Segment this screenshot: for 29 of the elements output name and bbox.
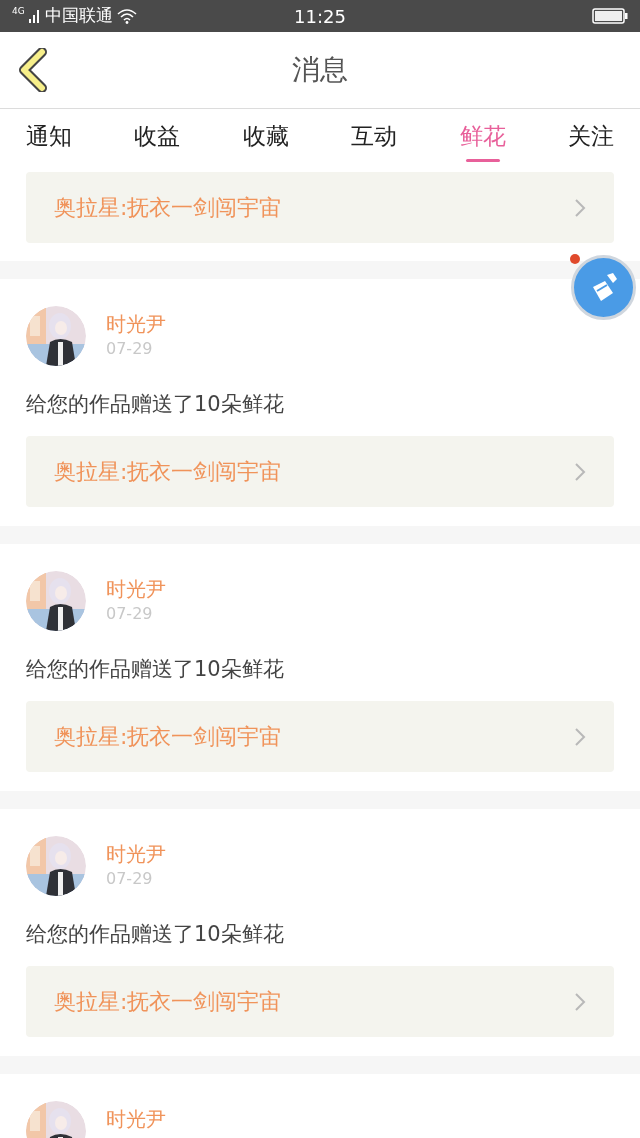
tab[interactable]: 互动 [351, 109, 398, 164]
tab[interactable]: 收益 [134, 109, 181, 164]
signal-icon [28, 9, 41, 23]
message-text: 给您的作品赠送了10朵鲜花 [26, 921, 285, 948]
chevron-right-icon [574, 461, 586, 482]
chevron-right-icon [574, 726, 586, 747]
battery-icon [592, 8, 628, 24]
chevron-right-icon [574, 197, 586, 218]
sender-name: 时光尹 [106, 311, 166, 338]
work-title: 奥拉星:抚衣一剑闯宇宙 [54, 723, 282, 751]
work-title: 奥拉星:抚衣一剑闯宇宙 [54, 194, 282, 222]
tab[interactable]: 关注 [567, 109, 614, 164]
sender-name: 时光尹 [106, 576, 166, 603]
sender-name: 时光尹 [106, 1106, 166, 1133]
page-title: 消息 [292, 52, 348, 88]
network-type: 4G [12, 7, 25, 17]
clock: 11:25 [294, 4, 346, 29]
tab-underline [465, 159, 500, 162]
tab[interactable]: 收藏 [242, 109, 289, 164]
work-title: 奥拉星:抚衣一剑闯宇宙 [54, 988, 282, 1016]
sender-name: 时光尹 [106, 841, 166, 868]
message-text: 给您的作品赠送了10朵鲜花 [26, 391, 285, 418]
tab[interactable]: 通知 [26, 109, 72, 164]
work-title: 奥拉星:抚衣一剑闯宇宙 [54, 458, 282, 486]
message-text: 给您的作品赠送了10朵鲜花 [26, 656, 285, 683]
chevron-right-icon [574, 991, 586, 1012]
carrier-name: 中国联通 [44, 4, 113, 28]
back-button[interactable] [16, 48, 48, 92]
wifi-icon [116, 8, 137, 24]
